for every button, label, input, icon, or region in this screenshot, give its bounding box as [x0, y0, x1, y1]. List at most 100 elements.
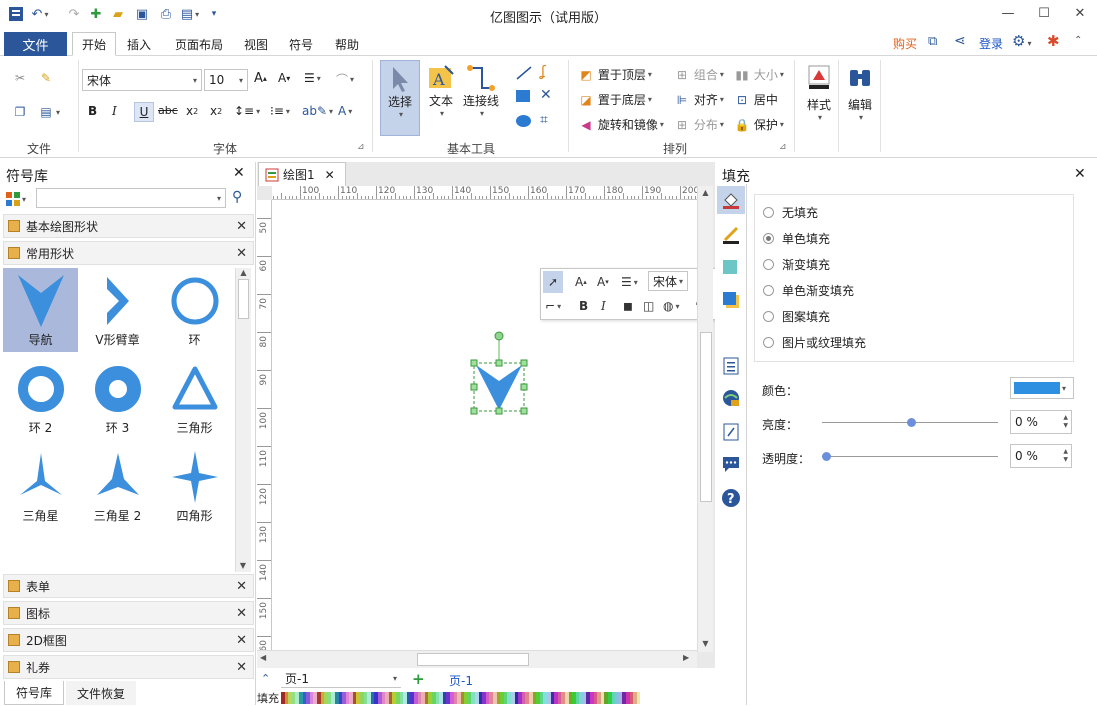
underline-button[interactable]: U	[134, 102, 154, 122]
send-to-back-button[interactable]: ◪ 置于底层 ▾	[578, 91, 652, 108]
shape-ring-3[interactable]: 环 3	[80, 356, 155, 440]
float-bold-button[interactable]: B	[579, 295, 588, 317]
float-shrink-font-button[interactable]: A ▾	[597, 271, 609, 293]
library-scroll-thumb[interactable]	[238, 279, 249, 319]
font-dialog-launcher-icon[interactable]: ⊿	[357, 142, 365, 152]
fill-color-picker[interactable]: ▾	[1010, 377, 1074, 399]
hscroll-left-icon[interactable]: ◀	[260, 653, 266, 662]
attachment-panel-icon[interactable]	[721, 422, 741, 445]
page-tab-1[interactable]: 页-1	[449, 672, 473, 689]
fill-panel-icon[interactable]	[717, 186, 745, 214]
close-section-icon[interactable]: ✕	[236, 579, 247, 594]
arrange-dialog-launcher-icon[interactable]: ⊿	[779, 142, 787, 152]
document-tab[interactable]: 绘图1 ✕	[258, 162, 346, 186]
rectangle-tool-icon[interactable]	[516, 90, 530, 102]
canvas-vertical-scrollbar[interactable]: ▲ ▼	[697, 186, 713, 652]
protect-button[interactable]: 🔒 保护 ▾	[734, 116, 784, 133]
float-font-select[interactable]: 宋体 ▾	[648, 271, 688, 291]
shape-chevron[interactable]: V形臂章	[80, 268, 155, 352]
tab-help[interactable]: 帮助	[326, 32, 368, 56]
grow-font-button[interactable]: A ▴	[254, 71, 267, 86]
rotate-mirror-button[interactable]: ◀ 旋转和镜像 ▾	[578, 116, 663, 133]
section-icons[interactable]: 图标 ✕	[3, 601, 254, 625]
center-button[interactable]: ⊡ 居中	[734, 91, 778, 108]
font-size-select[interactable]: 10 ▾	[204, 69, 248, 91]
selected-navigation-shape[interactable]	[468, 328, 532, 418]
close-document-tab-icon[interactable]: ✕	[325, 168, 335, 182]
share-icon[interactable]: ⋖	[954, 33, 966, 49]
line-panel-icon[interactable]	[721, 224, 741, 247]
login-link[interactable]: 登录	[979, 35, 1003, 52]
add-page-icon[interactable]: +	[412, 670, 425, 688]
text-align-button[interactable]: ☰ ▾	[304, 71, 321, 85]
distribute-button[interactable]: ⊞ 分布 ▾	[674, 116, 724, 133]
brightness-slider-thumb[interactable]	[907, 418, 916, 427]
float-align-button[interactable]: ☰ ▾	[621, 271, 638, 293]
canvas-horizontal-scrollbar[interactable]: ◀ ▶	[257, 650, 697, 668]
close-section-icon[interactable]: ✕	[236, 660, 247, 675]
close-section-icon[interactable]: ✕	[236, 246, 247, 261]
transparency-slider[interactable]	[822, 456, 998, 457]
float-grow-font-button[interactable]: A ▴	[575, 271, 587, 293]
bullets-button[interactable]: ⁝≡ ▾	[270, 104, 290, 118]
minimize-button[interactable]: —	[990, 2, 1026, 24]
style-button[interactable]: 样式 ▾	[800, 64, 838, 122]
align-button[interactable]: ⊫ 对齐 ▾	[674, 91, 724, 108]
section-basic-shapes[interactable]: 基本绘图形状 ✕	[3, 214, 254, 238]
transparency-input[interactable]: 0 % ▲ ▼	[1010, 444, 1072, 468]
text-tool-button[interactable]: A 文本 ▾	[422, 64, 460, 118]
search-icon[interactable]: ⚲	[232, 189, 242, 205]
radio-button[interactable]	[763, 206, 774, 218]
radio-button[interactable]	[763, 258, 774, 270]
shape-three-point-star[interactable]: 三角星	[3, 444, 78, 528]
group-button[interactable]: ⊞ 组合 ▾	[674, 66, 724, 83]
font-name-select[interactable]: 宋体 ▾	[82, 69, 202, 91]
shape-ring[interactable]: 环	[157, 268, 232, 352]
palette-swatch[interactable]	[636, 691, 641, 704]
section-2d-block[interactable]: 2D框图 ✕	[3, 628, 254, 652]
italic-button[interactable]: I	[112, 104, 117, 118]
format-painter-button[interactable]: ✂	[12, 70, 28, 86]
share-window-icon[interactable]: ⧉	[928, 34, 937, 49]
font-color-button[interactable]: A ▾	[338, 104, 352, 118]
float-fill-icon[interactable]: ◍ ▾	[663, 295, 680, 317]
transparency-slider-thumb[interactable]	[822, 452, 831, 461]
shrink-font-button[interactable]: A ▾	[278, 71, 290, 85]
subscript-button[interactable]: x2	[186, 104, 198, 118]
line-tool-icon[interactable]	[516, 66, 532, 83]
tab-file-recovery[interactable]: 文件恢复	[66, 681, 136, 705]
brightness-input[interactable]: 0 % ▲ ▼	[1010, 410, 1072, 434]
close-section-icon[interactable]: ✕	[236, 633, 247, 648]
text-curve-button[interactable]: ⌒ ▾	[336, 71, 354, 88]
close-fill-panel-button[interactable]: ✕	[1074, 166, 1086, 182]
radio-button[interactable]	[763, 284, 774, 296]
hscroll-thumb[interactable]	[417, 653, 529, 666]
radio-button[interactable]	[763, 310, 774, 322]
vscroll-thumb[interactable]	[700, 332, 712, 502]
fill-option-3[interactable]: 单色渐变填充	[763, 277, 1065, 303]
float-connector-icon[interactable]: ⌐ ▾	[545, 295, 561, 317]
shape-ring-2[interactable]: 环 2	[3, 356, 78, 440]
float-select-icon[interactable]: ➚	[543, 271, 563, 293]
point-tool-icon[interactable]: ✕	[540, 87, 552, 103]
bold-button[interactable]: B	[88, 104, 97, 118]
comment-panel-icon[interactable]	[721, 454, 741, 477]
radio-button[interactable]	[763, 232, 774, 244]
section-common-shapes[interactable]: 常用形状 ✕	[3, 241, 254, 265]
float-bring-front-icon[interactable]: ◼	[623, 295, 633, 317]
shape-three-point-star-2[interactable]: 三角星 2	[80, 444, 155, 528]
fill-option-1[interactable]: 单色填充	[763, 225, 1065, 251]
shape-star-partial-2[interactable]	[80, 532, 155, 572]
tab-home[interactable]: 开始	[72, 32, 116, 56]
fill-option-2[interactable]: 渐变填充	[763, 251, 1065, 277]
edit-button[interactable]: 编辑 ▾	[842, 64, 878, 122]
shape-navigation[interactable]: 导航	[3, 268, 78, 352]
radio-button[interactable]	[763, 336, 774, 348]
float-send-back-icon[interactable]: ◫	[643, 295, 654, 317]
close-window-button[interactable]: ✕	[1062, 2, 1097, 24]
tab-page-layout[interactable]: 页面布局	[164, 32, 234, 56]
tab-view[interactable]: 视图	[236, 32, 276, 56]
collapse-ribbon-icon[interactable]: ⌃	[1074, 35, 1082, 46]
file-menu-button[interactable]: 文件	[4, 32, 67, 56]
help-panel-icon[interactable]: ?	[721, 488, 741, 511]
